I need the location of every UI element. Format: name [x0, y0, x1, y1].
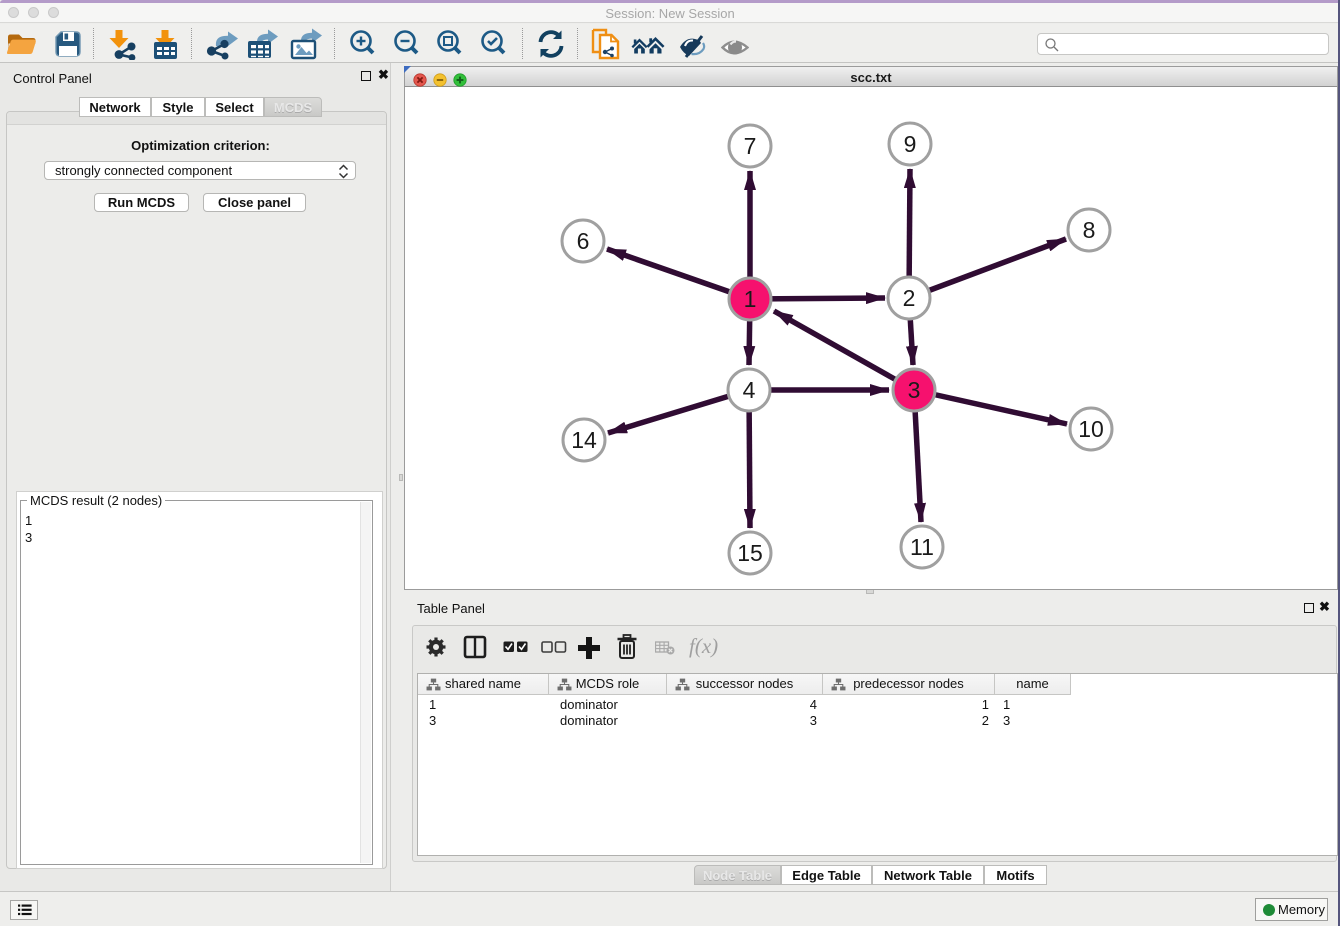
- svg-text:14: 14: [571, 427, 597, 453]
- svg-text:11: 11: [910, 534, 934, 560]
- svg-text:15: 15: [737, 540, 763, 566]
- svg-text:3: 3: [908, 377, 921, 403]
- svg-text:6: 6: [577, 228, 590, 254]
- svg-text:1: 1: [744, 286, 757, 312]
- svg-text:2: 2: [903, 285, 916, 311]
- svg-text:9: 9: [904, 131, 917, 157]
- svg-text:4: 4: [743, 377, 756, 403]
- svg-text:10: 10: [1078, 416, 1104, 442]
- svg-text:8: 8: [1083, 217, 1096, 243]
- svg-text:7: 7: [744, 133, 757, 159]
